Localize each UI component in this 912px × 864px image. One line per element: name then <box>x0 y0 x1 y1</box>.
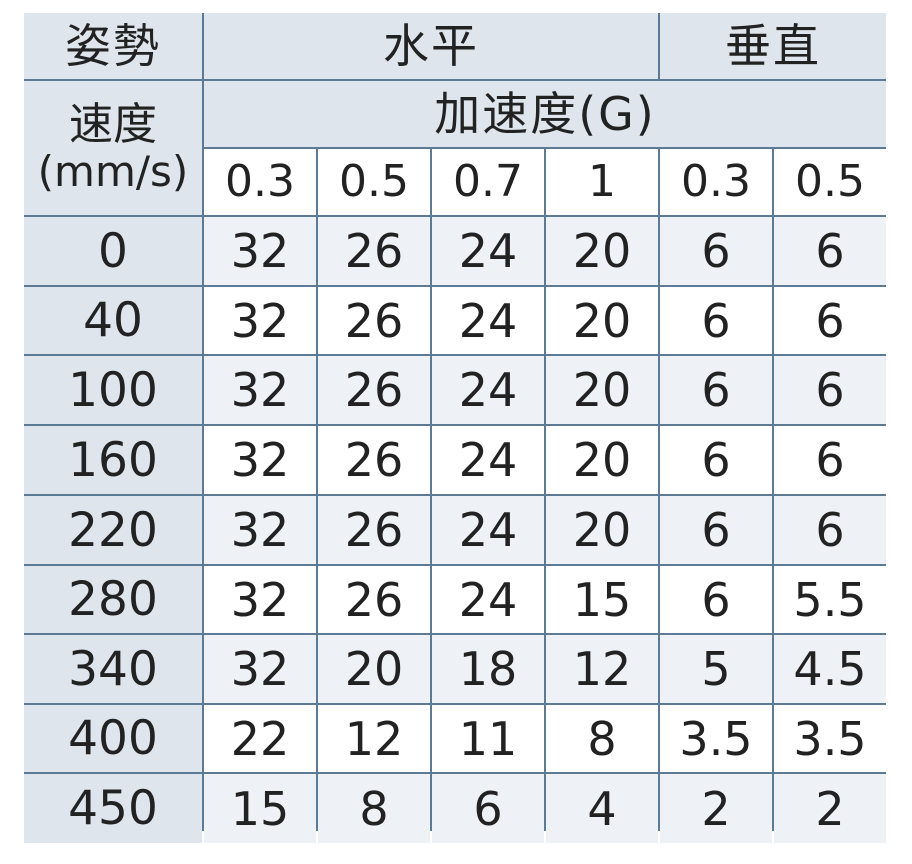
payload-cell: 6 <box>660 496 772 564</box>
payload-cell: 26 <box>318 287 430 354</box>
payload-cell: 24 <box>432 566 544 633</box>
payload-cell: 4.5 <box>774 635 886 703</box>
payload-cell: 11 <box>432 705 544 772</box>
payload-cell: 32 <box>204 496 316 564</box>
speed-cell: 400 <box>24 705 202 772</box>
payload-cell: 6 <box>660 566 772 633</box>
payload-cell: 20 <box>546 356 658 424</box>
payload-cell: 4 <box>546 774 658 843</box>
payload-cell: 5 <box>660 635 772 703</box>
speed-cell: 340 <box>24 635 202 703</box>
payload-cell: 6 <box>774 356 886 424</box>
payload-cell: 24 <box>432 356 544 424</box>
speed-label: 速度 <box>69 99 157 150</box>
payload-table-frame: 姿勢 水平 垂直 速度 (mm/s) 加速度(G) 0.3 0.5 0.7 1 … <box>24 13 886 843</box>
acceleration-value: 0.7 <box>432 149 544 215</box>
acceleration-value: 0.3 <box>660 149 772 215</box>
vertical-header: 垂直 <box>660 13 886 79</box>
payload-cell: 8 <box>318 774 430 843</box>
acceleration-value: 1 <box>546 149 658 215</box>
payload-cell: 8 <box>546 705 658 772</box>
payload-cell: 15 <box>204 774 316 843</box>
payload-cell: 26 <box>318 217 430 285</box>
speed-cell: 220 <box>24 496 202 564</box>
speed-cell: 450 <box>24 774 202 843</box>
payload-cell: 6 <box>774 426 886 494</box>
speed-cell: 40 <box>24 287 202 354</box>
payload-cell: 20 <box>546 287 658 354</box>
speed-header: 速度 (mm/s) <box>24 81 202 215</box>
payload-cell: 6 <box>660 217 772 285</box>
payload-cell: 20 <box>546 217 658 285</box>
payload-cell: 32 <box>204 426 316 494</box>
payload-cell: 26 <box>318 566 430 633</box>
posture-header: 姿勢 <box>24 13 202 79</box>
speed-cell: 100 <box>24 356 202 424</box>
payload-cell: 6 <box>660 356 772 424</box>
payload-cell: 3.5 <box>774 705 886 772</box>
payload-cell: 26 <box>318 356 430 424</box>
payload-cell: 12 <box>318 705 430 772</box>
payload-cell: 20 <box>546 496 658 564</box>
payload-cell: 32 <box>204 217 316 285</box>
payload-cell: 24 <box>432 287 544 354</box>
payload-cell: 22 <box>204 705 316 772</box>
payload-cell: 15 <box>546 566 658 633</box>
payload-cell: 24 <box>432 426 544 494</box>
payload-cell: 20 <box>318 635 430 703</box>
speed-unit-label: (mm/s) <box>37 147 189 196</box>
payload-cell: 32 <box>204 287 316 354</box>
payload-cell: 20 <box>546 426 658 494</box>
payload-cell: 26 <box>318 426 430 494</box>
payload-cell: 12 <box>546 635 658 703</box>
payload-cell: 5.5 <box>774 566 886 633</box>
payload-cell: 2 <box>774 774 886 843</box>
payload-cell: 6 <box>774 217 886 285</box>
payload-cell: 26 <box>318 496 430 564</box>
payload-cell: 3.5 <box>660 705 772 772</box>
acceleration-value: 0.3 <box>204 149 316 215</box>
speed-cell: 280 <box>24 566 202 633</box>
payload-cell: 32 <box>204 566 316 633</box>
payload-cell: 6 <box>660 426 772 494</box>
acceleration-value: 0.5 <box>318 149 430 215</box>
payload-cell: 24 <box>432 496 544 564</box>
speed-cell: 160 <box>24 426 202 494</box>
payload-table: 姿勢 水平 垂直 速度 (mm/s) 加速度(G) 0.3 0.5 0.7 1 … <box>24 13 886 843</box>
speed-cell: 0 <box>24 217 202 285</box>
payload-cell: 18 <box>432 635 544 703</box>
payload-cell: 6 <box>774 287 886 354</box>
payload-cell: 32 <box>204 356 316 424</box>
payload-cell: 6 <box>774 496 886 564</box>
payload-cell: 6 <box>432 774 544 843</box>
payload-cell: 2 <box>660 774 772 843</box>
payload-cell: 24 <box>432 217 544 285</box>
acceleration-value: 0.5 <box>774 149 886 215</box>
payload-cell: 32 <box>204 635 316 703</box>
payload-cell: 6 <box>660 287 772 354</box>
acceleration-header: 加速度(G) <box>204 81 886 147</box>
horizontal-header: 水平 <box>204 13 658 79</box>
